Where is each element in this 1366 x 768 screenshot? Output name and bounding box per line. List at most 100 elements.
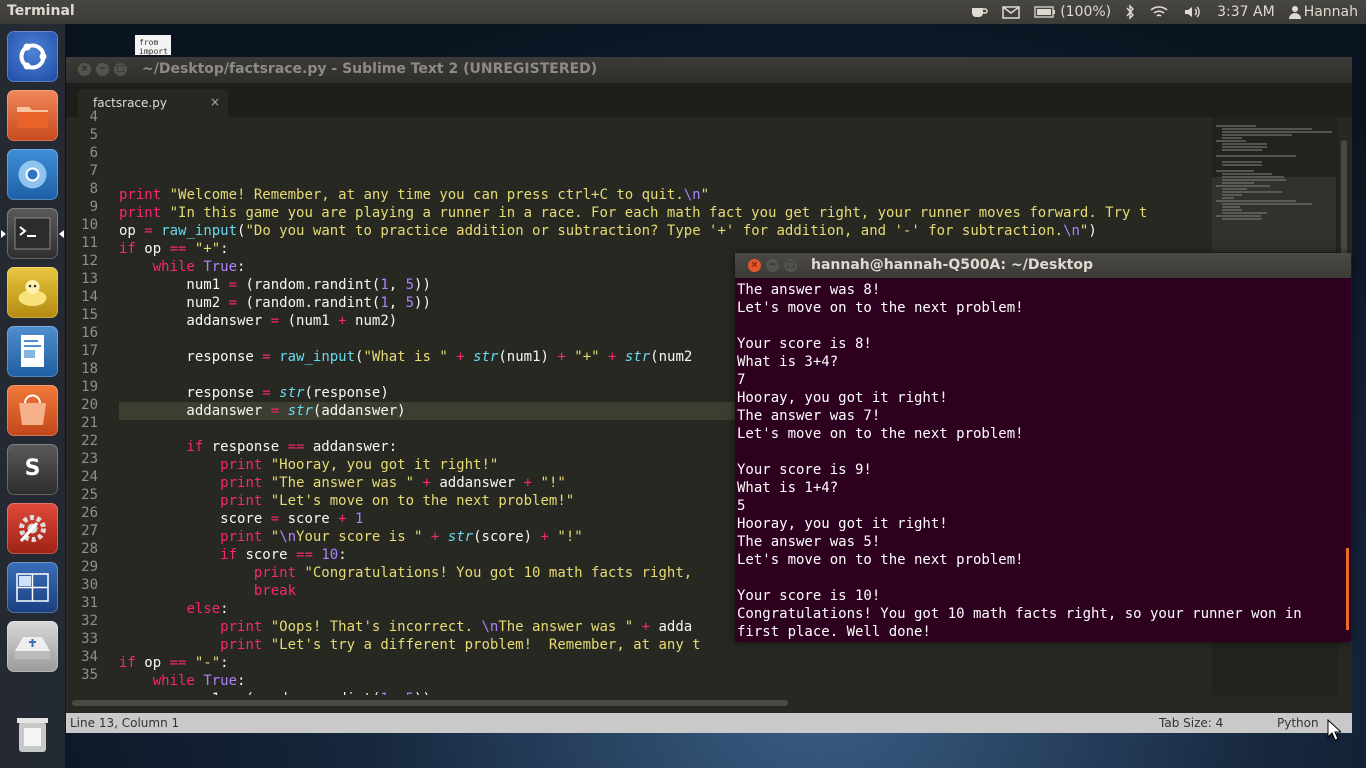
line-number: 23 [81, 451, 98, 467]
terminal-icon[interactable] [1, 208, 64, 259]
code-line: if op == "+": [119, 241, 229, 257]
tab-label: factsrace.py [93, 96, 167, 110]
minimap-line [1222, 179, 1286, 181]
line-number: 17 [81, 343, 98, 359]
user-name: Hannah [1303, 4, 1358, 20]
minimap-line [1222, 203, 1312, 205]
files-icon[interactable] [7, 90, 58, 141]
minimap-line [1216, 200, 1296, 202]
workspace-switcher-icon[interactable] [7, 562, 58, 613]
terminal-line: Your score is 9! [737, 462, 872, 478]
line-number: 21 [81, 415, 98, 431]
sublime-close-icon[interactable]: × [78, 63, 91, 76]
terminal-titlebar[interactable]: × − □ hannah@hannah-Q500A: ~/Desktop [735, 253, 1351, 278]
terminal-scroll-thumb[interactable] [1346, 548, 1349, 630]
tab-size-selector[interactable]: Tab Size: 4 [1159, 716, 1223, 730]
terminal-line: The answer was 7! [737, 408, 881, 424]
minimap-line [1222, 149, 1262, 151]
wifi-icon[interactable] [1149, 5, 1169, 19]
clock[interactable]: 3:37 AM [1217, 4, 1275, 20]
tab-bar: factsrace.py × [66, 83, 1352, 117]
usb-drive-icon[interactable] [7, 621, 58, 672]
tab-factsrace[interactable]: factsrace.py × [78, 89, 228, 117]
terminal-line: Let's move on to the next problem! [737, 552, 1024, 568]
terminal-line: What is 1+4? [737, 480, 839, 496]
terminal-line: Hooray, you got it right! [737, 390, 948, 406]
minimap-line [1216, 140, 1246, 142]
system-settings-icon[interactable] [7, 503, 58, 554]
code-line: print "The answer was " + addanswer + "!… [220, 475, 566, 491]
trash-icon[interactable] [7, 708, 58, 759]
line-number: 26 [81, 505, 98, 521]
minimap-line [1216, 170, 1254, 172]
line-number: 22 [81, 433, 98, 449]
sublime-minimize-icon[interactable]: − [96, 63, 109, 76]
terminal-line: Congratulations! You got 10 math facts r… [737, 606, 1302, 622]
line-number: 12 [81, 253, 98, 269]
line-number: 19 [81, 379, 98, 395]
code-line: if op == "-": [119, 655, 229, 671]
terminal-minimize-icon[interactable]: − [766, 259, 779, 272]
line-number: 31 [81, 595, 98, 611]
minimap-line [1216, 125, 1256, 127]
minimap-line [1216, 155, 1296, 157]
chromium-icon[interactable] [7, 149, 58, 200]
top-panel: Terminal (100%) 3:37 AM Hannah [0, 0, 1366, 24]
code-line: print "Hooray, you got it right!" [220, 457, 499, 473]
terminal-window: × − □ hannah@hannah-Q500A: ~/Desktop The… [735, 253, 1351, 642]
bluetooth-icon[interactable] [1125, 4, 1135, 20]
line-number: 8 [89, 181, 98, 197]
line-number: 32 [81, 613, 98, 629]
sublime-titlebar[interactable]: × − □ ~/Desktop/factsrace.py - Sublime T… [66, 57, 1352, 83]
cursor-position: Line 13, Column 1 [70, 716, 180, 730]
code-line: print "Let's move on to the next problem… [220, 493, 575, 509]
terminal-line: Hooray, you got it right! [737, 516, 948, 532]
battery-icon[interactable]: (100%) [1034, 4, 1111, 20]
ubuntu-dash-icon[interactable] [7, 31, 58, 82]
sublime-maximize-icon[interactable]: □ [114, 63, 127, 76]
libreoffice-writer-icon[interactable] [7, 326, 58, 377]
line-number: 14 [81, 289, 98, 305]
terminal-line: Your score is 8! [737, 336, 872, 352]
minimap-line [1222, 191, 1282, 193]
status-bar: Line 13, Column 1 Tab Size: 4 Python [66, 713, 1352, 733]
code-line: addanswer = (num1 + num2) [119, 313, 398, 329]
tab-close-icon[interactable]: × [210, 95, 220, 109]
active-app-title: Terminal [7, 3, 75, 19]
horizontal-scroll-thumb[interactable] [72, 700, 788, 706]
terminal-close-icon[interactable]: × [748, 259, 761, 272]
software-center-icon[interactable] [7, 385, 58, 436]
desktop-file-icon[interactable]: from import [135, 35, 171, 55]
mail-icon[interactable] [1002, 5, 1020, 19]
code-line: print "Congratulations! You got 10 math … [253, 565, 693, 581]
minimap-line [1222, 194, 1242, 196]
minimap-line [1222, 212, 1267, 214]
terminal-line: 7 [737, 372, 746, 388]
cup-icon[interactable] [970, 5, 988, 19]
code-line: num1 = (random.randint(1, 5)) [119, 277, 431, 293]
sublime-text-icon[interactable]: S [7, 444, 58, 495]
minimap-line [1216, 215, 1261, 217]
code-line: num2 = (random.randint(1, 5)) [119, 295, 431, 311]
minimap-line [1216, 185, 1270, 187]
terminal-output[interactable]: The answer was 8! Let's move on to the ne… [737, 281, 1337, 641]
minimap-line [1222, 173, 1272, 175]
code-line: print "Let's try a different problem! Re… [220, 637, 701, 653]
user-menu[interactable]: Hannah [1288, 4, 1358, 20]
indicator-area: (100%) 3:37 AM Hannah [970, 0, 1358, 24]
minimap-line [1222, 188, 1247, 190]
line-number: 15 [81, 307, 98, 323]
minimap-line [1222, 197, 1234, 199]
code-line: else: [186, 601, 229, 617]
terminal-line: The answer was 8! [737, 282, 881, 298]
line-number: 33 [81, 631, 98, 647]
terminal-maximize-icon[interactable]: □ [784, 259, 797, 272]
code-line: if response == addanswer: [186, 439, 398, 455]
minimap-line [1222, 206, 1240, 208]
genie-icon[interactable] [7, 267, 58, 318]
code-line: while True: [152, 673, 246, 689]
launcher: S [0, 24, 65, 768]
terminal-line: 5 [737, 498, 746, 514]
syntax-selector[interactable]: Python [1277, 716, 1319, 730]
volume-icon[interactable] [1183, 5, 1203, 19]
